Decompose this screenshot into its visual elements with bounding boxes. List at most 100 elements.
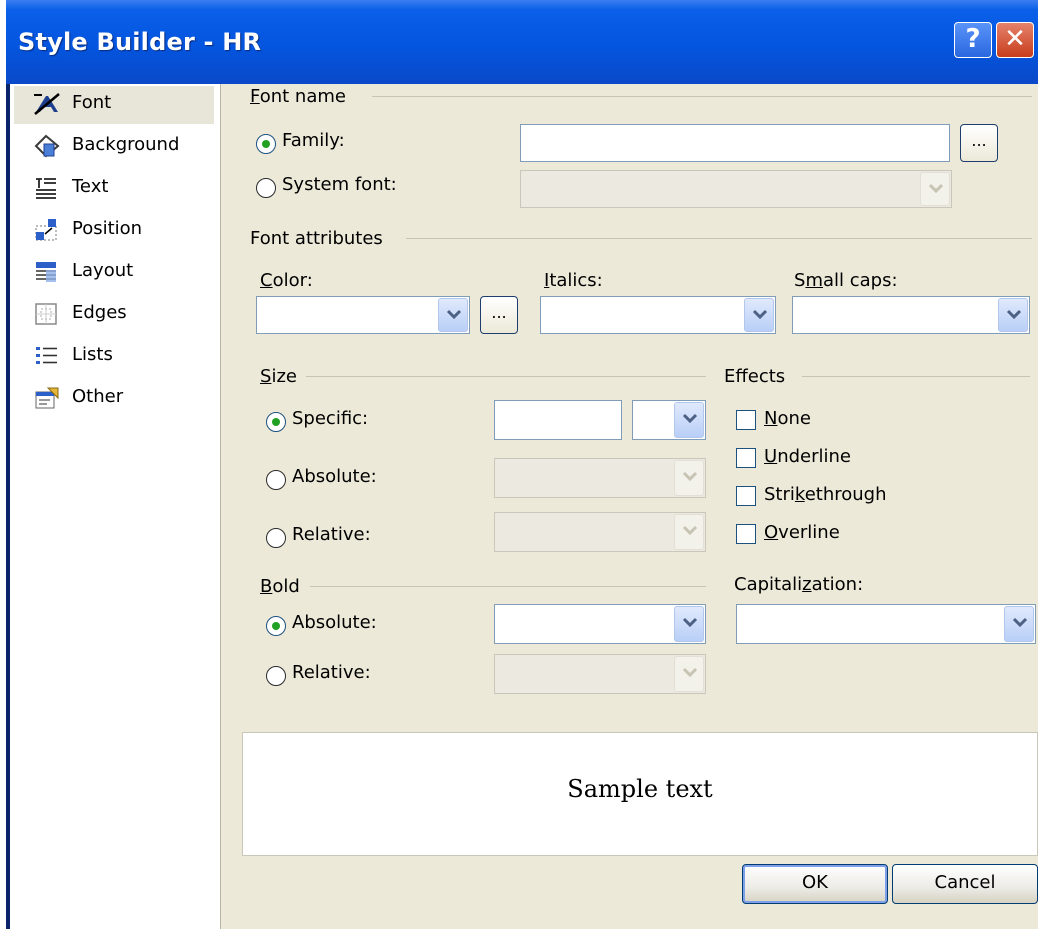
- effect-none-label: None: [764, 408, 811, 429]
- dropdown-button[interactable]: [920, 172, 950, 206]
- color-label: Color:: [260, 270, 313, 291]
- font-name-group-label: Font name: [250, 86, 346, 107]
- ok-button[interactable]: OK: [742, 864, 888, 904]
- dropdown-button[interactable]: [674, 460, 704, 496]
- family-input[interactable]: [520, 124, 950, 162]
- chevron-down-icon: [682, 471, 698, 482]
- sidebar-item-background[interactable]: Background: [14, 128, 214, 166]
- bold-relative-select[interactable]: [494, 654, 706, 694]
- size-divider: [306, 376, 706, 377]
- size-unit-select[interactable]: [632, 400, 706, 440]
- chevron-down-icon: [928, 183, 944, 194]
- chevron-down-icon: [682, 525, 698, 536]
- dropdown-button[interactable]: [998, 298, 1028, 332]
- size-absolute-label: Absolute:: [292, 466, 377, 487]
- bold-absolute-radio[interactable]: [266, 616, 286, 636]
- dropdown-button[interactable]: [674, 402, 704, 438]
- effect-overline-checkbox[interactable]: [736, 524, 756, 544]
- close-button[interactable]: ✕: [996, 22, 1034, 58]
- effect-none-label-rest: one: [777, 408, 811, 429]
- font-category-icon: [34, 93, 60, 115]
- system-font-radio[interactable]: [256, 178, 276, 198]
- dropdown-button[interactable]: [674, 514, 704, 550]
- sidebar-item-label: Position: [72, 218, 143, 239]
- size-specific-label: Specific:: [292, 408, 369, 429]
- dropdown-button[interactable]: [438, 298, 468, 332]
- sidebar-item-other[interactable]: Other: [14, 380, 214, 418]
- dropdown-button[interactable]: [674, 606, 704, 642]
- sidebar-item-edges[interactable]: Edges: [14, 296, 214, 334]
- bold-divider: [310, 586, 706, 587]
- effect-underline-label: Underline: [764, 446, 851, 467]
- edges-category-icon: [35, 303, 57, 325]
- sidebar-item-text[interactable]: Text: [14, 170, 214, 208]
- position-category-icon: [35, 219, 57, 241]
- size-specific-radio[interactable]: [266, 412, 286, 432]
- capitalization-label: Capitalization:: [734, 574, 864, 595]
- effect-none-checkbox[interactable]: [736, 410, 756, 430]
- sample-text: Sample text: [567, 775, 713, 803]
- color-select[interactable]: [256, 296, 470, 334]
- bold-absolute-select[interactable]: [494, 604, 706, 644]
- chevron-down-icon: [1012, 617, 1028, 628]
- category-list: Font Background Text Position Layout Edg…: [10, 84, 221, 929]
- size-specific-input[interactable]: [494, 400, 622, 440]
- lists-category-icon: [36, 347, 57, 364]
- bold-relative-radio[interactable]: [266, 666, 286, 686]
- effect-overline-label-rest: verline: [778, 522, 840, 543]
- sidebar-item-label: Edges: [72, 302, 127, 323]
- color-label-rest: olor:: [272, 270, 313, 291]
- sidebar-item-position[interactable]: Position: [14, 212, 214, 250]
- dropdown-button[interactable]: [674, 656, 704, 692]
- effects-group-label: Effects: [724, 366, 786, 387]
- color-picker-button[interactable]: ...: [480, 296, 518, 334]
- sidebar-item-layout[interactable]: Layout: [14, 254, 214, 292]
- effect-overline-label: Overline: [764, 522, 840, 543]
- family-browse-button[interactable]: ...: [960, 124, 998, 162]
- capitalization-select[interactable]: [736, 604, 1036, 644]
- dialog-body: Font Background Text Position Layout Edg…: [10, 84, 1038, 929]
- sidebar-item-label: Background: [72, 134, 180, 155]
- size-group-label-rest: ize: [271, 366, 297, 387]
- other-category-icon: [35, 387, 59, 409]
- size-relative-radio[interactable]: [266, 528, 286, 548]
- sidebar-item-label: Font: [72, 92, 112, 113]
- chevron-down-icon: [682, 667, 698, 678]
- font-attributes-divider: [406, 238, 1032, 239]
- size-absolute-select[interactable]: [494, 458, 706, 498]
- bold-absolute-label: Absolute:: [292, 612, 377, 633]
- font-name-group-label-rest: ont name: [259, 86, 346, 107]
- text-category-icon: [36, 178, 56, 199]
- system-font-label: System font:: [282, 174, 397, 195]
- size-absolute-radio[interactable]: [266, 470, 286, 490]
- system-font-select[interactable]: [520, 170, 952, 208]
- size-relative-label: Relative:: [292, 524, 371, 545]
- font-settings-panel: Font name Family: ... System font: Font …: [222, 84, 1038, 929]
- size-group-label: Size: [260, 366, 297, 387]
- window-title: Style Builder - HR: [18, 28, 262, 56]
- title-bar[interactable]: Style Builder - HR ? ✕: [6, 0, 1038, 84]
- sample-preview: Sample text: [242, 732, 1038, 856]
- font-name-divider: [372, 96, 1032, 97]
- effect-underline-checkbox[interactable]: [736, 448, 756, 468]
- small-caps-select[interactable]: [792, 296, 1030, 334]
- small-caps-label: Small caps:: [794, 270, 898, 291]
- bold-group-label: Bold: [260, 576, 300, 597]
- family-radio[interactable]: [256, 134, 276, 154]
- chevron-down-icon: [682, 413, 698, 424]
- sidebar-item-lists[interactable]: Lists: [14, 338, 214, 376]
- background-category-icon: [34, 134, 60, 158]
- sidebar-item-label: Text: [72, 176, 109, 197]
- size-relative-select[interactable]: [494, 512, 706, 552]
- dropdown-button[interactable]: [1004, 606, 1034, 642]
- italics-select[interactable]: [540, 296, 776, 334]
- sidebar-item-font[interactable]: Font: [14, 86, 214, 124]
- dropdown-button[interactable]: [744, 298, 774, 332]
- chevron-down-icon: [682, 617, 698, 628]
- family-label: Family:: [282, 130, 345, 151]
- chevron-down-icon: [752, 309, 768, 320]
- effect-strikethrough-label: Strikethrough: [764, 484, 887, 505]
- effect-strikethrough-checkbox[interactable]: [736, 486, 756, 506]
- cancel-button[interactable]: Cancel: [892, 864, 1038, 904]
- help-button[interactable]: ?: [954, 22, 992, 58]
